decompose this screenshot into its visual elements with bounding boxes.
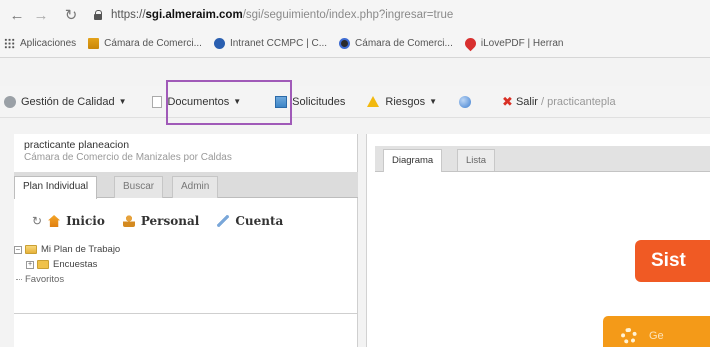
menu-label: Gestión de Calidad [21,95,115,108]
folder-icon [37,260,49,269]
bookmark-camara-2[interactable]: Cámara de Comerci... [339,38,453,49]
logged-user: / practicantepla [540,95,616,108]
quality-icon [4,95,16,108]
bank-icon [88,38,100,49]
tree-label: Favoritos [25,274,65,285]
bookmark-apps[interactable]: Aplicaciones [0,38,76,49]
personal-button[interactable]: Personal [122,214,200,228]
url-scheme: https:// [111,9,146,21]
bookmark-label: Aplicaciones [20,38,77,49]
bookmark-label: Cámara de Comerci... [104,38,202,49]
gestion-button[interactable]: Ge [603,316,710,347]
navigation-tree: – Mi Plan de Trabajo + Encuestas Favorit… [14,242,120,287]
url-domain: sgi.almeraim.com [145,9,243,21]
app-toolbar: Gestión de Calidad ▼ Documentos ▼ Solici… [0,86,710,118]
menu-label: Solicitudes [292,95,346,108]
key-icon [217,215,230,227]
button-label: Ge [649,330,664,342]
url-field[interactable]: https:// sgi.almeraim.com /sgi/seguimien… [94,9,453,21]
user-name: practicante planeacion [24,139,130,151]
bookmark-camara-1[interactable]: Cámara de Comerci... [88,38,202,49]
inicio-button[interactable]: Inicio [48,214,105,228]
tab-plan-individual[interactable]: Plan Individual [14,176,98,199]
folder-open-icon [25,245,37,254]
left-tabs: Plan Individual Buscar Admin [14,172,358,199]
tree-item-encuestas[interactable]: + Encuestas [14,257,120,272]
warning-icon [367,96,380,107]
apps-grid-icon [4,38,15,49]
document-icon [152,95,163,108]
refresh-icon[interactable]: ↻ [32,214,42,228]
personal-label: Personal [140,214,200,228]
inicio-label: Inicio [66,214,105,228]
tab-admin[interactable]: Admin [172,176,219,198]
expand-icon[interactable]: + [26,260,34,269]
tree-label: Mi Plan de Trabajo [41,244,121,255]
cuenta-label: Cuenta [235,214,284,228]
camara-icon [339,38,351,49]
bookmark-label: Cámara de Comerci... [355,38,453,49]
forward-arrow-icon[interactable]: → [30,4,52,26]
user-organization: Cámara de Comercio de Manizales por Cald… [24,152,232,163]
close-icon: ✖ [502,93,513,109]
bookmark-label: iLovePDF | Herran [480,38,564,49]
menu-gestion-calidad[interactable]: Gestión de Calidad ▼ [4,95,127,108]
sub-navigation: ↻ Inicio Personal Cuenta [32,206,301,236]
tree-connector [16,279,22,280]
caret-down-icon: ▼ [118,97,127,106]
menu-label: Riesgos [385,95,426,108]
tab-diagrama[interactable]: Diagrama [383,149,443,172]
url-path: /sgi/seguimiento/index.php?ingresar=true [242,9,454,21]
browser-address-bar: ← → ↻ https:// sgi.almeraim.com /sgi/seg… [0,0,710,30]
left-panel-divider [14,313,358,314]
person-icon [122,215,135,227]
gear-icon [621,328,637,344]
bookmarks-bar: Aplicaciones Cámara de Comerci... Intran… [0,30,710,58]
banner-text: Sist [651,250,686,271]
caret-down-icon: ▼ [429,97,438,106]
bookmark-intranet[interactable]: Intranet CCMPC | C... [213,38,328,49]
cuenta-button[interactable]: Cuenta [217,214,283,228]
help-button[interactable] [459,95,476,108]
right-tabs: Diagrama Lista [375,146,710,172]
tree-item-favoritos[interactable]: Favoritos [14,272,120,287]
globe-icon [459,95,472,108]
highlight-annotation [166,80,292,125]
system-banner: Sist [635,240,710,282]
home-icon [48,215,61,227]
logout-label: Salir [515,95,538,108]
tab-buscar[interactable]: Buscar [114,176,164,198]
bookmark-label: Intranet CCMPC | C... [229,38,328,49]
ccmpc-icon [213,38,225,49]
tree-item-mi-plan[interactable]: – Mi Plan de Trabajo [14,242,120,257]
tab-lista[interactable]: Lista [457,149,496,171]
tree-label: Encuestas [53,259,98,270]
menu-riesgos[interactable]: Riesgos ▼ [367,96,437,108]
logout-button[interactable]: ✖ Salir / practicantepla [502,94,616,110]
reload-icon[interactable]: ↻ [60,4,82,26]
lock-icon [94,10,103,20]
back-arrow-icon[interactable]: ← [6,4,28,26]
left-panel: practicante planeacion Cámara de Comerci… [14,134,358,347]
right-panel: Diagrama Lista Sist Ge [366,134,710,347]
heart-icon [462,35,479,52]
bookmark-ilovepdf[interactable]: iLovePDF | Herran [462,35,564,52]
collapse-icon[interactable]: – [14,245,22,254]
